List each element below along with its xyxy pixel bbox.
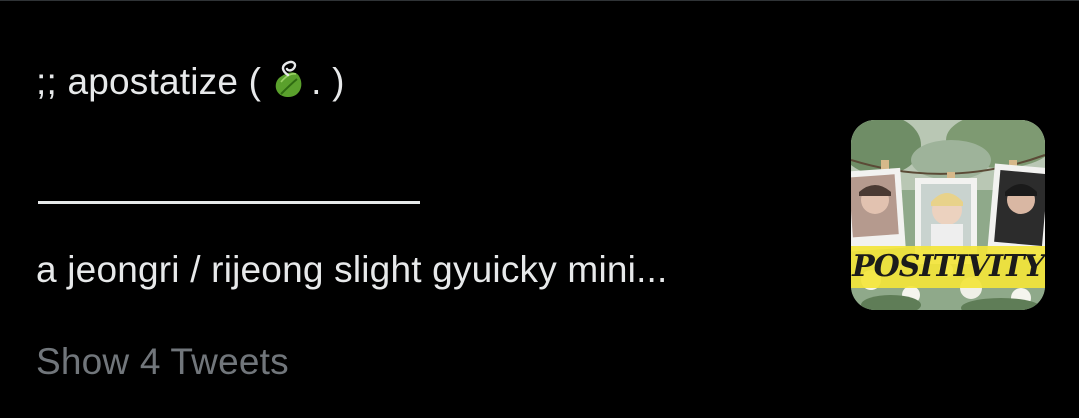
text-separator-line [38, 201, 420, 204]
tweet-title: ;; apostatize ( . ) [36, 57, 345, 107]
tweet-card[interactable]: ;; apostatize ( . ) a jeongri / rijeong … [0, 1, 1079, 418]
tweet-body-text: a jeongri / rijeong slight gyuicky mini.… [36, 249, 668, 290]
leaf-icon [269, 60, 307, 100]
title-suffix: . ) [311, 61, 345, 102]
show-tweets-link[interactable]: Show 4 Tweets [36, 337, 289, 387]
tweet-media-thumbnail[interactable]: POSITIVITY [851, 120, 1045, 310]
collage-photo-thumbnail: POSITIVITY [851, 120, 1045, 310]
title-prefix: ;; apostatize ( [36, 61, 262, 102]
thumbnail-word: POSITIVITY [851, 249, 1045, 284]
